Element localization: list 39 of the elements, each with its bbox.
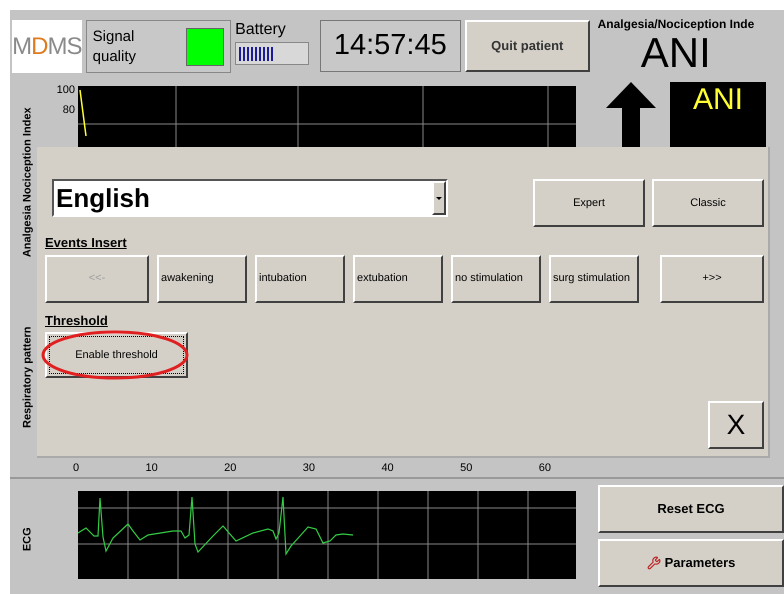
tick-label: 10 (146, 461, 158, 476)
ani-label: ANI (692, 82, 743, 118)
section-heading: Threshold (45, 312, 109, 330)
axis-title: Respiratory pattern (20, 326, 35, 428)
tick-label: 80 (62, 104, 75, 118)
battery-label: Battery (235, 20, 287, 40)
tick-label: 50 (460, 461, 472, 476)
reset-ecg-button[interactable]: Reset ECG (598, 485, 784, 533)
mode-button[interactable]: Classic (652, 179, 764, 227)
parameters-button[interactable]: Parameters (598, 539, 784, 587)
tick-label: 60 (538, 461, 551, 476)
tick-label: 100 (56, 84, 75, 98)
signal-indicator (186, 28, 224, 66)
battery-icon (235, 42, 310, 65)
language-dropdown[interactable]: English (52, 179, 448, 217)
event-button[interactable]: awakening (157, 254, 247, 302)
axis-title: Analgesia Nociception Index (20, 107, 35, 257)
signal-label: Signal quality (92, 26, 138, 66)
tick-label: 20 (224, 461, 236, 476)
clock: 14:57:45 (320, 20, 461, 72)
quit-patient-button[interactable]: Quit patient (464, 20, 590, 72)
mode-button[interactable]: Expert (533, 179, 645, 227)
tick-label: 0 (73, 461, 80, 476)
section-heading: Events Insert (45, 234, 128, 252)
tick-label: 30 (302, 461, 316, 476)
event-button[interactable]: extubation (353, 254, 443, 302)
event-button[interactable]: +>> (660, 254, 764, 302)
axis-title: ECG (20, 528, 35, 552)
event-button[interactable]: surg stimulation (549, 254, 639, 302)
trend-line (79, 90, 87, 136)
ani-heading: ANI (640, 33, 711, 73)
event-button[interactable]: intubation (255, 254, 345, 302)
ani-title: Analgesia/Nociception Inde (598, 16, 754, 33)
logo: MDMS (12, 20, 82, 73)
tools-icon (646, 556, 661, 570)
tick-label: 40 (381, 461, 394, 476)
event-button[interactable]: no stimulation (451, 254, 541, 302)
close-button[interactable]: X (708, 401, 764, 449)
dropdown-caret-icon (436, 196, 442, 200)
